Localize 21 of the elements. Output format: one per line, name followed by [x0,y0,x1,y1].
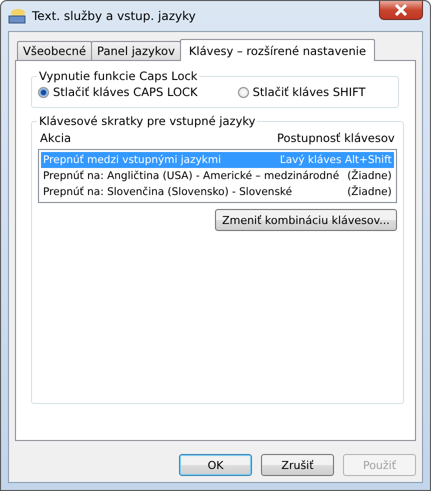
list-row[interactable]: Prepnúť na: Angličtina (USA) - Americké – medzinárodné (Žiadne) [41,168,394,184]
group-title: Klávesové skratky pre vstupné jazyky [38,114,256,128]
keys-text: Ľavý kláves Alt+Shift [280,154,392,166]
column-header: Postupnosť klávesov [276,131,395,145]
action-text: Prepnúť medzi vstupnými jazykmi [43,154,222,166]
tab[interactable]: Všeobecné [17,41,92,60]
change-keys-button[interactable]: Zmeniť kombináciu klávesov... [215,209,397,231]
action-text: Prepnúť na: Slovenčina (Slovensko) - Slovenské [43,186,292,198]
column-header: Akcia [40,131,72,145]
window-title: Text. služby a vstup. jazyky [32,9,196,23]
radio-label[interactable]: Stlačiť kláves SHIFT [252,85,366,99]
list-row[interactable]: Prepnúť na: Slovenčina (Slovensko) - Slovenské (Žiadne) [41,184,394,200]
keys-text: (Žiadne) [347,186,392,198]
radio-label[interactable]: Stlačiť kláves CAPS LOCK [53,85,198,99]
dialog-button[interactable]: Zrušiť [261,454,334,476]
group-title: Vypnutie funkcie Caps Lock [38,69,198,83]
tab[interactable]: Panel jazykov [91,41,181,60]
dialog-button[interactable]: OK [179,454,252,476]
tab[interactable]: Klávesy – rozšírené nastavenie [180,39,376,61]
action-text: Prepnúť na: Angličtina (USA) - Americké – medzinárodné [43,170,340,182]
keys-text: (Žiadne) [347,170,392,182]
